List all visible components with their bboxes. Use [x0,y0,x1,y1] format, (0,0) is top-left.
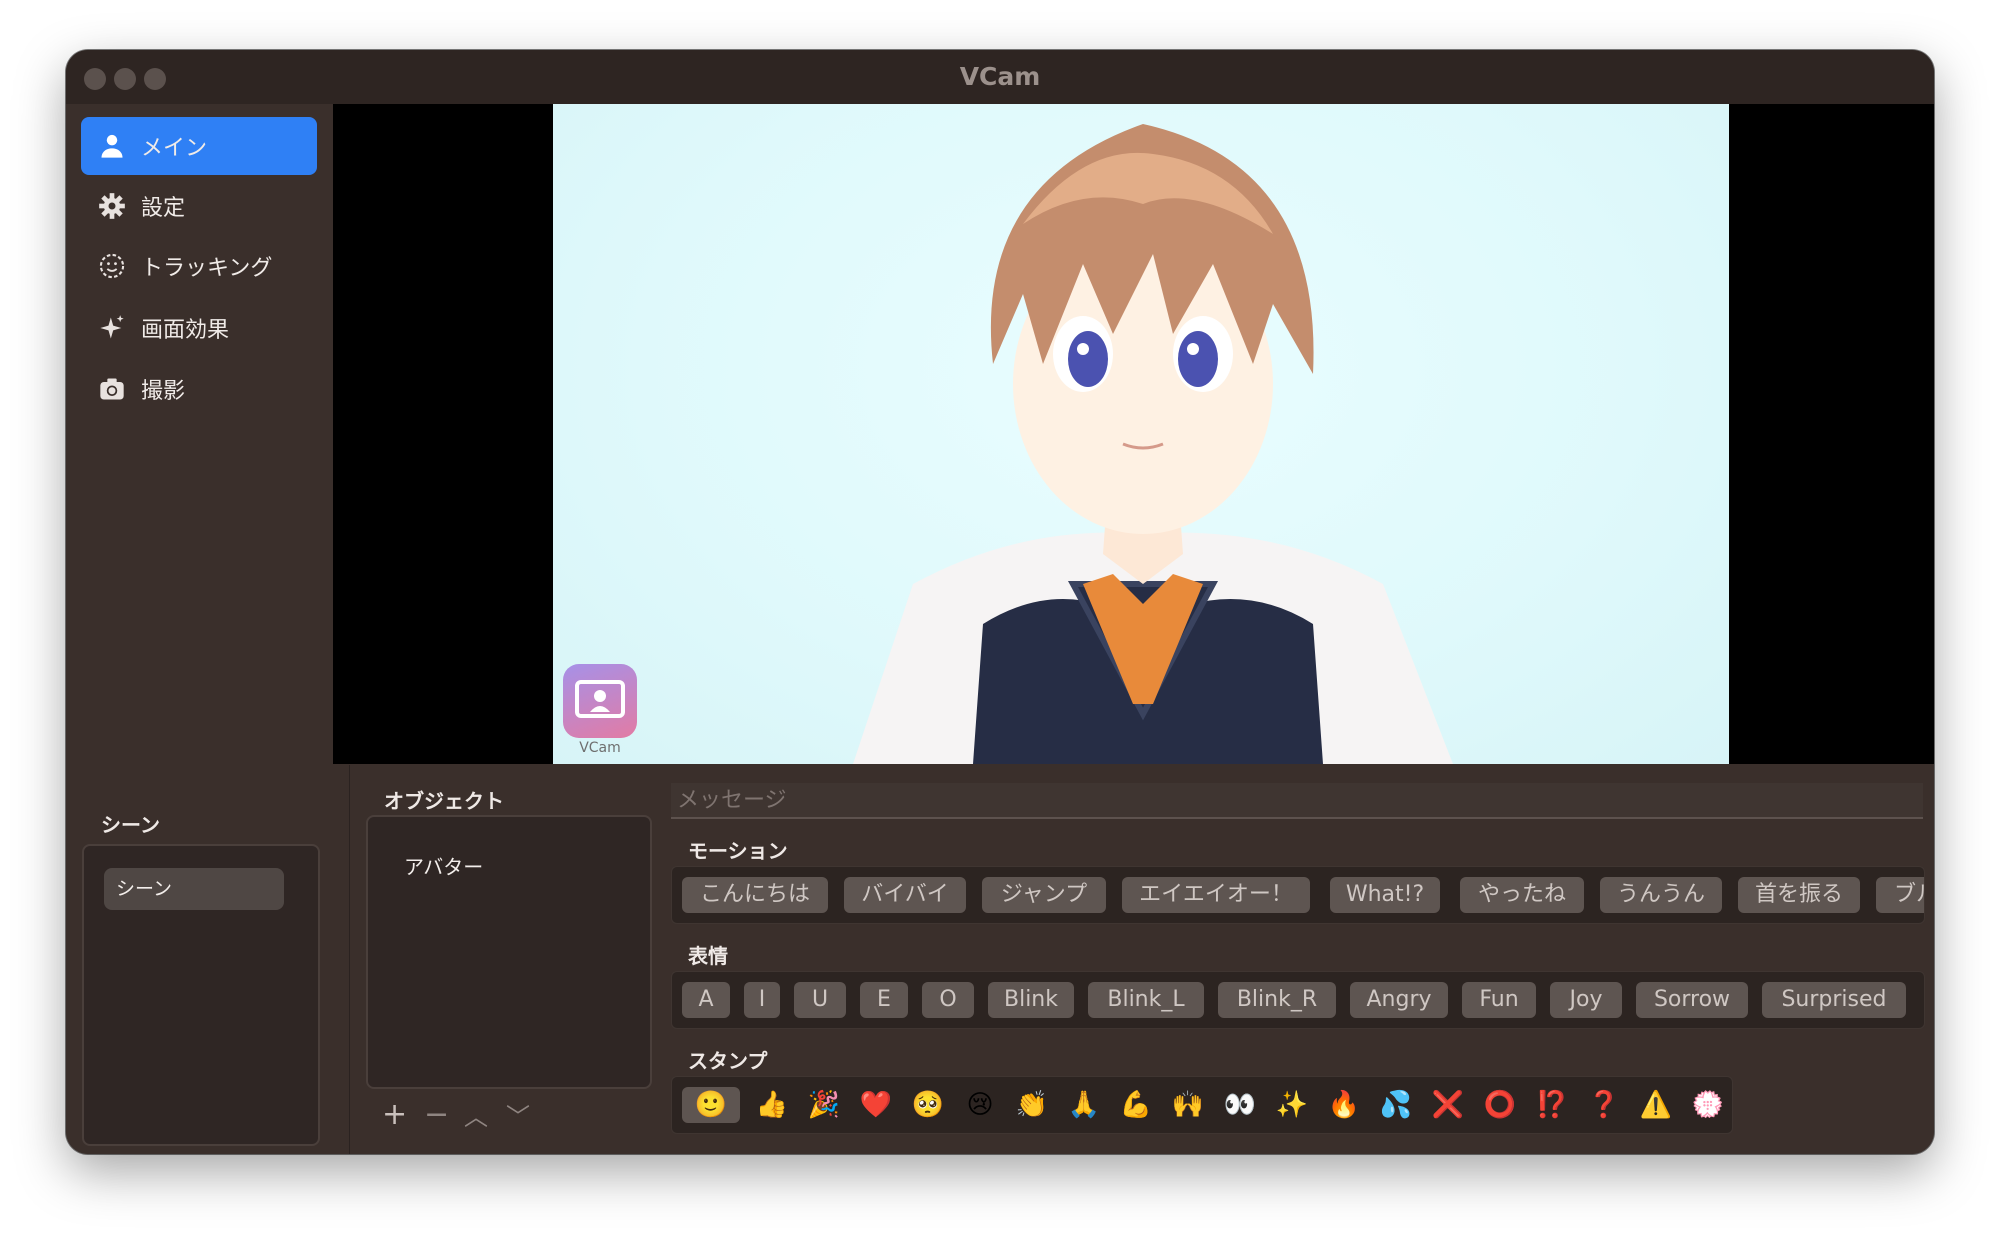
motion-section-title: モーション [688,839,788,863]
sidebar: メイン 設定 トラッキング 画面効果 撮影 シーン シーン [66,104,333,1154]
expression-button-u[interactable]: U [794,982,846,1018]
expression-button-blink[interactable]: Blink [988,982,1074,1018]
scene-list-item[interactable]: シーン [104,868,284,910]
expression-button-a[interactable]: A [682,982,730,1018]
expression-button-i[interactable]: I [744,982,780,1018]
stamp-flexed-biceps-icon[interactable]: 💪 [1118,1087,1154,1123]
person-icon [97,131,127,161]
stamp-smile-icon[interactable]: 🙂 [682,1087,740,1123]
stamp-row: 🙂 👍 🎉 ❤️ 🥺 😢 👏 🙏 💪 🙌 👀 ✨ 🔥 💦 ❌ ⭕ ⁉️ ❓ ⚠️… [671,1076,1733,1134]
expression-button-blink-l[interactable]: Blink_L [1088,982,1204,1018]
motion-button-overflow[interactable]: ブル [1876,877,1924,913]
stamp-section-title: スタンプ [688,1049,768,1073]
objects-section-title: オブジェクト [384,789,504,813]
remove-object-button[interactable]: − [424,1100,449,1130]
sidebar-item-label: メイン [141,136,208,161]
stamp-crying-face-icon[interactable]: 😢 [962,1087,998,1123]
stamp-circle-icon[interactable]: ⭕ [1482,1087,1518,1123]
motion-button-nod[interactable]: うんうん [1600,877,1722,913]
sidebar-item-label: 設定 [141,196,186,221]
sidebar-item-main[interactable]: メイン [81,117,317,175]
preview-stage: VCam [553,104,1729,764]
window-title: VCam [959,62,1041,91]
object-list: アバター [366,815,652,1089]
motion-button-row: こんにちは バイバイ ジャンプ エイエイオー！ What!? やったね うんうん… [671,866,1925,924]
face-icon [97,251,127,281]
scene-section-title: シーン [101,813,160,837]
stamp-fire-icon[interactable]: 🔥 [1326,1087,1362,1123]
stamp-raised-hands-icon[interactable]: 🙌 [1170,1087,1206,1123]
motion-button-bye[interactable]: バイバイ [844,877,966,913]
motion-button-yattane[interactable]: やったね [1460,877,1584,913]
expression-button-surprised[interactable]: Surprised [1762,982,1906,1018]
stamp-party-popper-icon[interactable]: 🎉 [806,1087,842,1123]
expression-button-o[interactable]: O [922,982,974,1018]
sidebar-item-capture[interactable]: 撮影 [81,360,317,418]
stamp-sparkles-icon[interactable]: ✨ [1274,1087,1310,1123]
bottom-panel: オブジェクト アバター + − ︿ ﹀ メッセージ モーション こんにちは バイ… [349,765,1934,1154]
expression-button-row: A I U E O Blink Blink_L Blink_R Angry Fu… [671,971,1925,1029]
sidebar-item-label: 画面効果 [141,318,230,343]
stamp-question-mark-icon[interactable]: ❓ [1586,1087,1622,1123]
stamp-sweat-drops-icon[interactable]: 💦 [1378,1087,1414,1123]
stamp-pleading-face-icon[interactable]: 🥺 [910,1087,946,1123]
motion-button-hello[interactable]: こんにちは [682,877,828,913]
stamp-clapping-icon[interactable]: 👏 [1014,1087,1050,1123]
stamp-eyes-icon[interactable]: 👀 [1222,1087,1258,1123]
stamp-thumbs-up-icon[interactable]: 👍 [754,1087,790,1123]
motion-button-cheer[interactable]: エイエイオー！ [1122,877,1310,913]
motion-button-what[interactable]: What!? [1330,877,1440,913]
scene-list: シーン [82,844,320,1146]
app-window: VCam メイン 設定 トラッキング 画面効果 撮影 シーン シーン VCam … [66,50,1934,1154]
message-input[interactable]: メッセージ [671,783,1923,819]
object-list-item[interactable]: アバター [404,851,483,880]
expression-button-blink-r[interactable]: Blink_R [1218,982,1336,1018]
stamp-praying-hands-icon[interactable]: 🙏 [1066,1087,1102,1123]
move-object-down-button[interactable]: ﹀ [506,1102,530,1132]
stamp-heart-icon[interactable]: ❤️ [858,1087,894,1123]
vcam-watermark-label: VCam [579,740,621,756]
motion-button-shake-head[interactable]: 首を振る [1738,877,1860,913]
camera-icon [97,374,127,404]
sparkle-icon [97,313,127,343]
sidebar-item-label: 撮影 [141,379,186,404]
sidebar-item-tracking[interactable]: トラッキング [81,237,317,295]
expression-button-sorrow[interactable]: Sorrow [1636,982,1748,1018]
vcam-logo-icon [563,664,637,738]
title-bar: VCam [66,50,1934,105]
expression-button-joy[interactable]: Joy [1550,982,1622,1018]
stamp-cross-mark-icon[interactable]: ❌ [1430,1087,1466,1123]
stamp-white-flower-icon[interactable]: 💮 [1690,1087,1726,1123]
motion-button-jump[interactable]: ジャンプ [982,877,1106,913]
expression-button-angry[interactable]: Angry [1350,982,1448,1018]
avatar-preview[interactable]: VCam [333,104,1934,764]
move-object-up-button[interactable]: ︿ [464,1102,488,1132]
sidebar-item-label: トラッキング [141,256,273,281]
add-object-button[interactable]: + [382,1100,407,1130]
expression-button-fun[interactable]: Fun [1462,982,1536,1018]
gear-icon [97,191,127,221]
expression-button-e[interactable]: E [860,982,908,1018]
expression-section-title: 表情 [688,944,728,968]
sidebar-item-settings[interactable]: 設定 [81,177,317,235]
avatar-illustration [853,124,1453,764]
stamp-exclamation-question-icon[interactable]: ⁉️ [1534,1087,1570,1123]
stamp-warning-icon[interactable]: ⚠️ [1638,1087,1674,1123]
sidebar-item-effects[interactable]: 画面効果 [81,299,317,357]
